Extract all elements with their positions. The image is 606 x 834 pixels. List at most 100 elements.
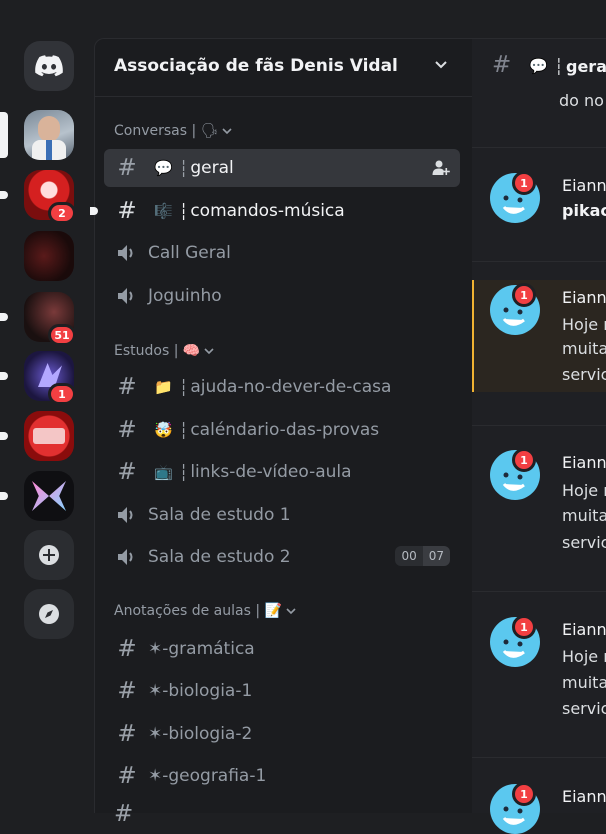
user-count: 00 xyxy=(395,546,423,566)
category-label: Estudos | 🧠 xyxy=(114,343,201,359)
hashtag-icon: # xyxy=(117,678,137,704)
voice-channel-joguinho[interactable]: Joguinho xyxy=(104,277,460,315)
divider xyxy=(472,261,606,262)
channel-name: links-de-vídeo-aula xyxy=(190,462,352,482)
channel-comandos-musica[interactable]: # 🎼 ┆ comandos-música xyxy=(90,192,460,230)
message-author[interactable]: Eiann xyxy=(562,787,606,806)
mention-badge: 2 xyxy=(48,202,76,224)
category-label: Anotações de aulas | 📝 xyxy=(114,603,282,619)
notification-badge: 1 xyxy=(512,283,536,307)
hashtag-icon: # xyxy=(117,459,137,485)
server-icon-3[interactable] xyxy=(24,231,74,281)
message-text: muita xyxy=(562,339,606,358)
message-text: pikac xyxy=(562,201,606,220)
category-label: Conversas | 🗣 xyxy=(114,123,219,139)
speaker-icon xyxy=(114,547,140,567)
channel-name: Sala de estudo 2 xyxy=(148,547,291,567)
category-conversas[interactable]: Conversas | 🗣 xyxy=(114,123,233,139)
hashtag-icon: # xyxy=(117,763,137,789)
server-list: 2 51 1 xyxy=(0,0,94,812)
category-estudos[interactable]: Estudos | 🧠 xyxy=(114,343,214,359)
channel-links-de-video-aula[interactable]: # 📺 ┆ links-de-vídeo-aula xyxy=(104,453,460,491)
message-text: Hoje r xyxy=(562,647,606,666)
unread-indicator xyxy=(0,492,8,500)
message-text: servic xyxy=(562,533,606,552)
message-author[interactable]: Eiann xyxy=(562,288,606,307)
message-text: muita xyxy=(562,673,606,692)
message-text: do no xyxy=(559,91,604,110)
channel-separator: ┆ xyxy=(554,57,564,76)
server-avatar-image xyxy=(38,116,60,142)
channel-gramatica[interactable]: # ✶-gramática xyxy=(104,630,460,668)
mention-badge: 1 xyxy=(48,383,76,405)
speaker-icon xyxy=(114,505,140,525)
channel-emoji: 🎼 xyxy=(154,202,173,220)
channel-biologia-1[interactable]: # ✶-biologia-1 xyxy=(104,672,460,710)
hashtag-icon: # xyxy=(117,374,137,400)
avatar[interactable]: 1 xyxy=(490,615,540,667)
add-member-icon[interactable] xyxy=(432,159,450,177)
server-name: Associação de fãs Denis Vidal xyxy=(114,56,398,76)
message-author[interactable]: Eiann xyxy=(562,453,606,472)
discord-logo-icon xyxy=(35,55,63,77)
channel-name: geral xyxy=(190,158,234,178)
channel-separator: ┆ xyxy=(178,377,189,397)
unread-indicator xyxy=(90,207,98,215)
notification-badge: 1 xyxy=(512,171,536,195)
voice-channel-call-geral[interactable]: Call Geral xyxy=(104,234,460,272)
category-anotacoes[interactable]: Anotações de aulas | 📝 xyxy=(114,603,296,619)
message-author[interactable]: Eiann xyxy=(562,176,606,195)
server-header[interactable]: Associação de fãs Denis Vidal xyxy=(95,39,473,97)
chevron-down-icon xyxy=(204,347,214,354)
server-icon-7[interactable] xyxy=(0,471,74,521)
avatar[interactable]: 1 xyxy=(490,782,540,834)
divider xyxy=(472,425,606,426)
channel-name: comandos-música xyxy=(190,201,345,221)
hashtag-icon: # xyxy=(117,721,137,747)
avatar[interactable]: 1 xyxy=(490,171,540,223)
avatar[interactable]: 1 xyxy=(490,283,540,335)
user-limit: 07 xyxy=(422,546,450,566)
chevron-down-icon xyxy=(286,607,296,614)
channel-ajuda-no-dever-de-casa[interactable]: # 📁 ┆ ajuda-no-dever-de-casa xyxy=(104,368,460,406)
selected-indicator xyxy=(0,112,8,158)
avatar[interactable]: 1 xyxy=(490,448,540,500)
channel-emoji: 💬 xyxy=(154,159,173,177)
channel-separator: ┆ xyxy=(178,158,189,178)
add-server-button[interactable] xyxy=(24,530,74,580)
server-icon-2[interactable]: 2 xyxy=(0,170,76,224)
channel-cutoff: # xyxy=(114,801,134,827)
voice-channel-sala-2[interactable]: Sala de estudo 2 00 07 xyxy=(104,538,460,576)
discover-servers-button[interactable] xyxy=(24,589,74,639)
chevron-down-icon[interactable] xyxy=(435,61,447,69)
message-text: muita xyxy=(562,506,606,525)
unread-indicator xyxy=(0,372,8,380)
message-text: servic xyxy=(562,365,606,384)
hashtag-icon: # xyxy=(117,155,137,181)
channel-name: Sala de estudo 1 xyxy=(148,505,291,525)
message-text: servic xyxy=(562,699,606,718)
channel-geografia-1[interactable]: # ✶-geografia-1 xyxy=(104,757,460,795)
channel-name: caléndario-das-provas xyxy=(190,420,380,440)
chat-pane: # 💬 ┆ gera do no 1 Eiann pikac 1 Eiann H… xyxy=(472,38,606,834)
unread-indicator xyxy=(0,313,8,321)
voice-channel-sala-1[interactable]: Sala de estudo 1 xyxy=(104,496,460,534)
channel-biologia-2[interactable]: # ✶-biologia-2 xyxy=(104,715,460,753)
server-icon-4[interactable]: 51 xyxy=(0,292,76,346)
message-text: Hoje r xyxy=(562,481,606,500)
hashtag-icon: # xyxy=(117,198,137,224)
notification-badge: 1 xyxy=(512,615,536,639)
hashtag-icon: # xyxy=(117,417,137,443)
channel-header: # 💬 ┆ gera xyxy=(472,39,606,96)
channel-calendario-das-provas[interactable]: # 🤯 ┆ caléndario-das-provas xyxy=(104,411,460,449)
hashtag-icon: # xyxy=(492,52,512,78)
message-author[interactable]: Eiann xyxy=(562,620,606,639)
server-icon-5[interactable]: 1 xyxy=(0,351,76,405)
server-icon-denis-vidal[interactable] xyxy=(0,110,74,160)
channel-geral[interactable]: # 💬 ┆ geral xyxy=(104,149,460,187)
user-limit-counter: 00 07 xyxy=(395,546,450,566)
discord-home-button[interactable] xyxy=(24,41,74,91)
hashtag-icon: # xyxy=(117,636,137,662)
channel-name: Call Geral xyxy=(148,243,231,263)
server-icon-6[interactable] xyxy=(0,411,74,461)
